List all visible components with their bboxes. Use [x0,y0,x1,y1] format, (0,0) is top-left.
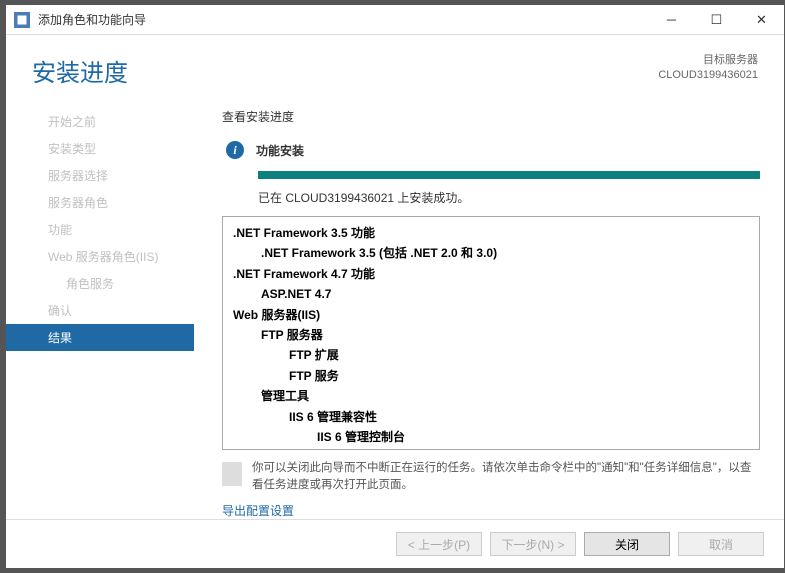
sidebar-item: 服务器角色 [6,189,194,216]
next-button: 下一步(N) > [490,532,576,556]
minimize-button[interactable]: ─ [649,5,694,34]
view-label: 查看安装进度 [222,108,760,125]
target-server: CLOUD3199436021 [658,68,758,83]
main-panel: 查看安装进度 i 功能安装 已在 CLOUD3199436021 上安装成功。 … [194,100,784,519]
sidebar-item: 安装类型 [6,135,194,162]
window-title: 添加角色和功能向导 [38,11,649,28]
flag-icon [222,462,242,486]
previous-button: < 上一步(P) [396,532,482,556]
app-icon [14,12,30,28]
feature-item: 管理工具 [233,386,749,406]
cancel-button: 取消 [678,532,764,556]
sidebar-item: 角色服务 [6,270,194,297]
export-config-link[interactable]: 导出配置设置 [222,502,760,519]
target-label: 目标服务器 [658,53,758,68]
feature-item: ASP.NET 4.7 [233,284,749,304]
close-window-button[interactable]: ✕ [739,5,784,34]
header: 安装进度 目标服务器 CLOUD3199436021 [6,35,784,100]
page-title: 安装进度 [32,53,658,88]
feature-item: IIS 6 管理控制台 [233,427,749,447]
feature-item: .NET Framework 4.7 功能 [233,264,749,284]
target-info: 目标服务器 CLOUD3199436021 [658,53,758,84]
sidebar-item: 确认 [6,297,194,324]
feature-item: IIS 6 管理兼容性 [233,407,749,427]
feature-list[interactable]: .NET Framework 3.5 功能.NET Framework 3.5 … [222,216,760,450]
footer: < 上一步(P) 下一步(N) > 关闭 取消 [6,519,784,568]
sidebar-item: 功能 [6,216,194,243]
sidebar-item: 开始之前 [6,108,194,135]
sidebar-item: 服务器选择 [6,162,194,189]
progress-bar [258,171,760,179]
wizard-window: 添加角色和功能向导 ─ ☐ ✕ 安装进度 目标服务器 CLOUD31994360… [5,4,785,569]
sidebar: 开始之前安装类型服务器选择服务器角色功能Web 服务器角色(IIS)角色服务确认… [6,100,194,519]
status-row: i 功能安装 [222,141,760,159]
note-text: 你可以关闭此向导而不中断正在运行的任务。请依次单击命令栏中的"通知"和"任务详细… [252,460,760,495]
status-text: 功能安装 [256,142,304,159]
feature-item: FTP 服务 [233,366,749,386]
feature-item: .NET Framework 3.5 功能 [233,223,749,243]
feature-item: Web 服务器(IIS) [233,305,749,325]
info-icon: i [226,141,244,159]
feature-item: FTP 服务器 [233,325,749,345]
sidebar-item: Web 服务器角色(IIS) [6,243,194,270]
success-message: 已在 CLOUD3199436021 上安装成功。 [258,189,760,206]
maximize-button[interactable]: ☐ [694,5,739,34]
content: 开始之前安装类型服务器选择服务器角色功能Web 服务器角色(IIS)角色服务确认… [6,100,784,519]
feature-item: FTP 扩展 [233,345,749,365]
note-row: 你可以关闭此向导而不中断正在运行的任务。请依次单击命令栏中的"通知"和"任务详细… [222,460,760,495]
titlebar: 添加角色和功能向导 ─ ☐ ✕ [6,5,784,35]
feature-item: .NET Framework 3.5 (包括 .NET 2.0 和 3.0) [233,243,749,263]
close-button[interactable]: 关闭 [584,532,670,556]
sidebar-item[interactable]: 结果 [6,324,194,351]
